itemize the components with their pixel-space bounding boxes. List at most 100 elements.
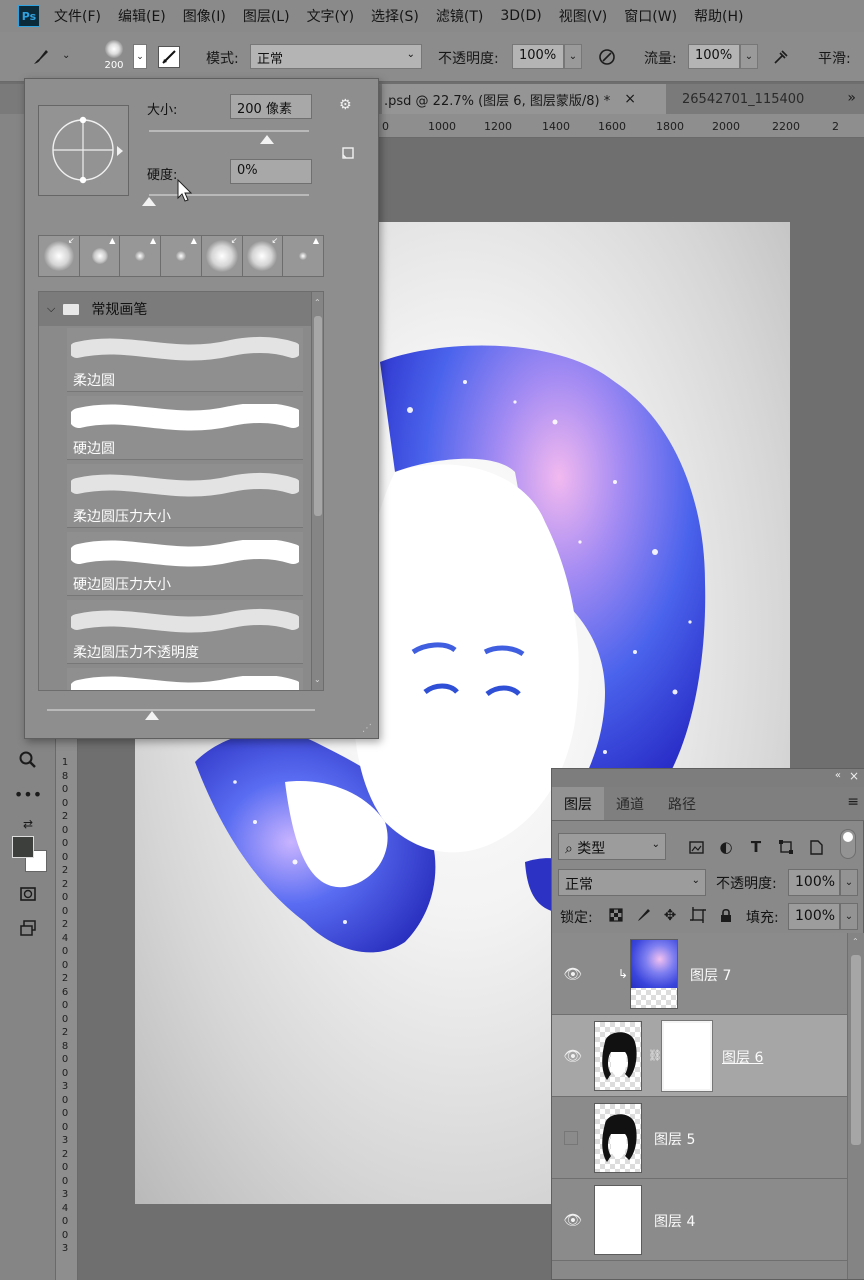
zoom-tool-icon[interactable] [14,746,42,774]
visibility-toggle-off[interactable] [564,1131,578,1145]
flow-dropdown-icon[interactable]: ⌄ [740,44,758,69]
recent-brush[interactable]: ▲ [120,236,162,276]
recent-brush[interactable]: ▲ [79,236,121,276]
layer-row[interactable]: 👁 ⛓ 图层 6 [552,1015,847,1097]
recent-brush[interactable]: ▲ [283,236,324,276]
menu-image[interactable]: 图像(I) [183,6,226,26]
menu-filter[interactable]: 滤镜(T) [436,6,483,26]
collapse-icon[interactable]: « [835,770,841,781]
tab-channels[interactable]: 通道 [604,787,656,820]
eye-icon[interactable]: 👁 [562,963,584,985]
brush-settings-panel-icon[interactable] [158,46,180,68]
layer-row[interactable]: 👁 图层 4 [552,1179,847,1261]
brush-preset-item[interactable]: 硬边圆 [67,396,303,460]
brush-tool-icon[interactable] [30,46,52,68]
size-slider[interactable] [149,130,309,132]
tab-other-document[interactable]: 26542701_115400 [666,84,828,114]
preview-size-slider[interactable] [47,709,315,711]
menu-type[interactable]: 文字(Y) [307,6,354,26]
brush-preset-item[interactable]: 柔边圆 [67,328,303,392]
menu-3d[interactable]: 3D(D) [500,8,541,24]
brush-preset-item[interactable] [67,668,303,690]
layers-scrollbar[interactable]: ⌃ [847,933,864,1279]
scrollbar-thumb[interactable] [851,955,861,1145]
resize-grip-icon[interactable]: ⋰ [362,723,372,734]
scrollbar-thumb[interactable] [314,316,322,516]
recent-brush[interactable]: ↙ [242,236,284,276]
preview-size-slider-thumb[interactable] [144,711,159,720]
airbrush-icon[interactable] [770,46,792,68]
filter-pixel-icon[interactable] [686,837,706,857]
gear-icon[interactable]: ⚙ [339,97,352,113]
scroll-down-icon[interactable]: ⌄ [314,675,321,684]
lock-pixels-icon[interactable] [634,905,654,925]
more-tools-icon[interactable]: ••• [14,780,42,808]
blend-mode-select[interactable]: 正常 ⌄ [558,869,706,896]
menu-layer[interactable]: 图层(L) [243,6,290,26]
filter-type-icon[interactable]: T [746,837,766,857]
mode-select[interactable]: 正常 ⌄ [250,44,422,69]
quick-mask-icon[interactable] [14,880,42,908]
scroll-up-icon[interactable]: ⌃ [314,298,321,307]
hardness-slider[interactable] [149,194,309,196]
menu-view[interactable]: 视图(V) [559,6,608,26]
layer-mask-thumbnail[interactable] [661,1020,713,1092]
filter-adjustment-icon[interactable]: ◐ [716,837,736,857]
hardness-slider-thumb[interactable] [142,197,156,206]
brush-preset-item[interactable]: 柔边圆压力大小 [67,464,303,528]
opacity-dropdown-icon[interactable]: ⌄ [564,44,582,69]
menu-window[interactable]: 窗口(W) [624,6,677,26]
fill-dropdown-icon[interactable]: ⌄ [840,903,858,930]
brush-list-scrollbar[interactable]: ⌃ ⌄ [311,292,323,690]
brush-preset-item[interactable]: 柔边圆压力不透明度 [67,600,303,664]
lock-transparency-icon[interactable] [606,905,626,925]
panel-menu-icon[interactable]: ≡ [847,794,859,810]
menu-select[interactable]: 选择(S) [371,6,419,26]
recent-brush[interactable]: ↙ [201,236,243,276]
layer-row[interactable]: 图层 5 [552,1097,847,1179]
default-colors-icon[interactable]: ⇄ [14,810,42,838]
brush-picker-toggle[interactable]: ⌄ [133,44,147,69]
recent-brush[interactable]: ▲ [161,236,202,276]
filter-toggle[interactable] [840,829,856,859]
hardness-field[interactable]: 0% [230,159,312,184]
close-icon[interactable]: × [849,769,859,783]
scroll-up-icon[interactable]: ⌃ [852,937,859,946]
layer-row[interactable]: 👁 ↳ 图层 7 [552,933,847,1015]
tab-layers[interactable]: 图层 [552,787,604,820]
filter-shape-icon[interactable] [776,837,796,857]
new-preset-icon[interactable] [341,145,355,164]
layer-name[interactable]: 图层 4 [654,1211,695,1231]
layer-filter-select[interactable]: ⌕ 类型 ⌄ [558,833,666,860]
menu-edit[interactable]: 编辑(E) [118,6,166,26]
layer-name[interactable]: 图层 6 [722,1047,763,1067]
foreground-color-swatch[interactable] [12,836,34,858]
close-icon[interactable]: × [624,91,636,107]
filter-smart-object-icon[interactable] [806,837,826,857]
lock-all-icon[interactable] [716,905,736,925]
menu-help[interactable]: 帮助(H) [694,6,743,26]
tool-preset-dropdown-icon[interactable]: ⌄ [62,50,70,61]
link-icon[interactable]: ⛓ [648,1049,662,1062]
pressure-opacity-icon[interactable] [596,46,618,68]
eye-icon[interactable]: 👁 [562,1045,584,1067]
opacity-dropdown-icon[interactable]: ⌄ [840,869,858,896]
layer-name[interactable]: 图层 7 [690,965,731,985]
size-slider-thumb[interactable] [260,135,275,144]
brush-group-general[interactable]: ⌵ 常规画笔 [39,292,311,326]
layer-opacity-field[interactable]: 100% [788,869,840,896]
lock-artboard-icon[interactable] [688,905,708,925]
brush-preset-picker[interactable]: 200 [96,38,132,78]
size-field[interactable]: 200 像素 [230,94,312,119]
lock-position-icon[interactable]: ✥ [660,905,680,925]
opacity-field[interactable]: 100% [512,44,564,69]
brush-preset-item[interactable]: 硬边圆压力大小 [67,532,303,596]
flow-field[interactable]: 100% [688,44,740,69]
fill-field[interactable]: 100% [788,903,840,930]
recent-brush[interactable]: ↙ [39,236,80,276]
tab-active-document[interactable]: .psd @ 22.7% (图层 6, 图层蒙版/8) * × [382,84,666,114]
tab-paths[interactable]: 路径 [656,787,708,820]
screen-mode-icon[interactable] [14,914,42,942]
eye-icon[interactable]: 👁 [562,1209,584,1231]
menu-file[interactable]: 文件(F) [54,6,101,26]
